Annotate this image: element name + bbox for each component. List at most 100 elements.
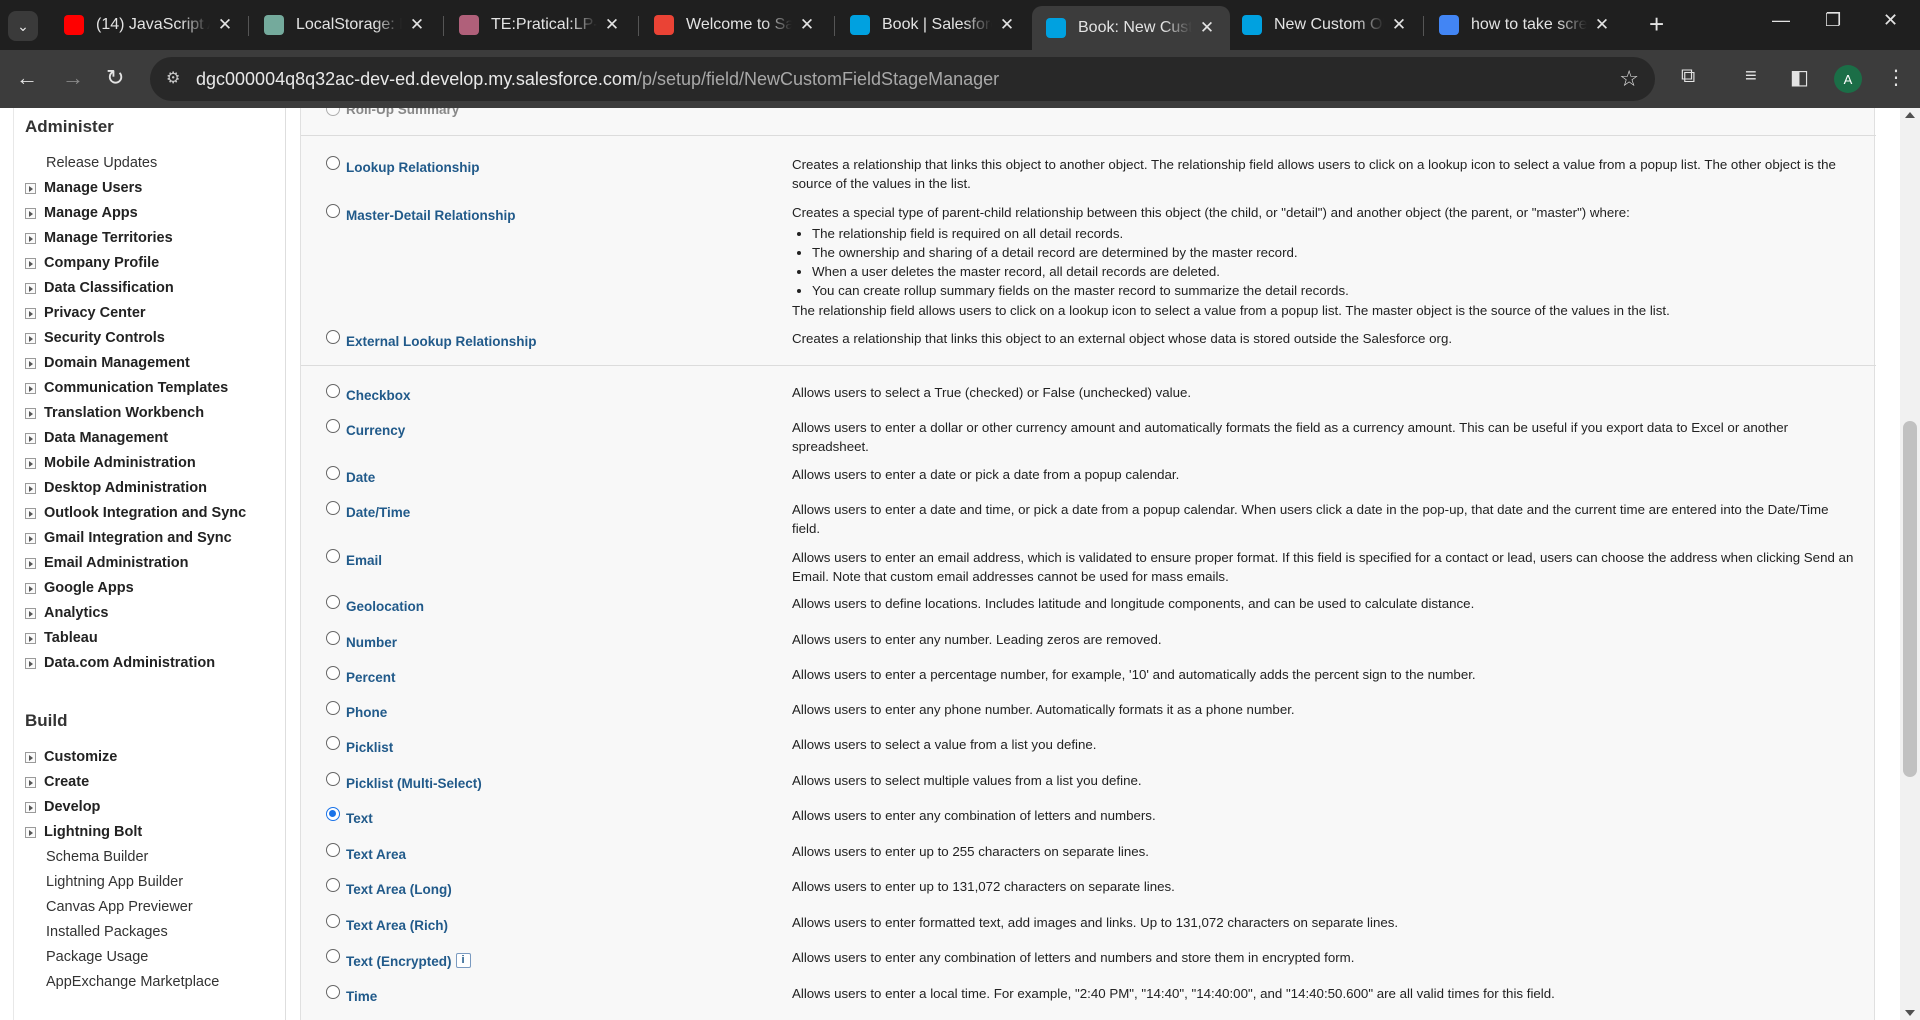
sidebar-item[interactable]: Customize (25, 747, 117, 767)
sidebar-item[interactable]: Email Administration (25, 553, 188, 573)
field-type-label[interactable]: Email (346, 553, 382, 568)
sidebar-item[interactable]: Google Apps (25, 578, 134, 598)
extensions-puzzle-icon[interactable]: ⧉ (1681, 65, 1695, 88)
expand-toggle-icon[interactable] (25, 332, 36, 344)
scroll-up-arrow-icon[interactable] (1905, 112, 1915, 118)
sidebar-item[interactable]: Data Management (25, 428, 168, 448)
forward-button[interactable]: → (62, 64, 84, 92)
sidebar-item[interactable]: Outlook Integration and Sync (25, 503, 246, 523)
field-type-radio[interactable] (326, 985, 340, 999)
expand-toggle-icon[interactable] (25, 382, 36, 394)
field-type-radio[interactable] (326, 666, 340, 680)
field-type-label[interactable]: Checkbox (346, 388, 411, 403)
sidebar-item[interactable]: Mobile Administration (25, 453, 196, 473)
sidebar-item[interactable]: AppExchange Marketplace (46, 972, 219, 992)
field-type-radio[interactable] (326, 631, 340, 645)
field-type-label[interactable]: Geolocation (346, 599, 424, 614)
address-bar[interactable]: ⚙ dgc000004q8q32ac-dev-ed.develop.my.sal… (150, 57, 1655, 101)
expand-toggle-icon[interactable] (25, 482, 36, 494)
field-type-label[interactable]: Date/Time (346, 505, 410, 520)
expand-toggle-icon[interactable] (25, 532, 36, 544)
sidebar-item[interactable]: Installed Packages (46, 922, 168, 942)
minimize-button[interactable]: — (1772, 10, 1790, 31)
expand-toggle-icon[interactable] (25, 407, 36, 419)
expand-toggle-icon[interactable] (25, 582, 36, 594)
expand-toggle-icon[interactable] (25, 207, 36, 219)
sidebar-item[interactable]: Lightning Bolt (25, 822, 142, 842)
back-button[interactable]: ← (16, 64, 38, 92)
field-type-radio[interactable] (326, 843, 340, 857)
sidebar-item[interactable]: Manage Apps (25, 203, 138, 223)
browser-tab[interactable]: how to take scre ✕ (1425, 6, 1625, 44)
tab-close-icon[interactable]: ✕ (1198, 18, 1216, 38)
field-type-radio[interactable] (326, 501, 340, 515)
field-type-radio[interactable] (326, 878, 340, 892)
sidebar-item[interactable]: Security Controls (25, 328, 165, 348)
sidebar-item[interactable]: Create (25, 772, 89, 792)
tab-close-icon[interactable]: ✕ (603, 15, 621, 35)
field-type-radio[interactable] (326, 772, 340, 786)
field-type-radio[interactable] (326, 330, 340, 344)
field-type-label[interactable]: Text Area (Long) (346, 882, 452, 897)
sidebar-item[interactable]: Domain Management (25, 353, 190, 373)
sidebar-item[interactable]: Release Updates (46, 153, 157, 173)
expand-toggle-icon[interactable] (25, 826, 36, 838)
scroll-down-arrow-icon[interactable] (1905, 1010, 1915, 1016)
field-type-label[interactable]: Time (346, 989, 377, 1004)
field-type-label[interactable]: Picklist (346, 740, 393, 755)
expand-toggle-icon[interactable] (25, 307, 36, 319)
tab-search-button[interactable]: ⌄ (8, 11, 38, 41)
expand-toggle-icon[interactable] (25, 282, 36, 294)
expand-toggle-icon[interactable] (25, 257, 36, 269)
sidebar-item[interactable]: Privacy Center (25, 303, 146, 323)
url-text[interactable]: dgc000004q8q32ac-dev-ed.develop.my.sales… (196, 69, 999, 90)
field-type-radio[interactable] (326, 466, 340, 480)
browser-tab[interactable]: Welcome to Sale ✕ (640, 6, 830, 44)
restore-button[interactable]: ❐ (1825, 10, 1841, 31)
sidebar-item[interactable]: Canvas App Previewer (46, 897, 193, 917)
new-tab-button[interactable]: + (1649, 11, 1664, 37)
sidebar-item[interactable]: Manage Territories (25, 228, 173, 248)
sidebar-item[interactable]: Data.com Administration (25, 653, 215, 673)
tab-close-icon[interactable]: ✕ (408, 15, 426, 35)
sidebar-item[interactable]: Package Usage (46, 947, 148, 967)
sidebar-item[interactable]: Translation Workbench (25, 403, 204, 423)
side-panel-icon[interactable]: ◧ (1790, 65, 1809, 90)
browser-tab[interactable]: New Custom Ob ✕ (1228, 6, 1422, 44)
scroll-thumb[interactable] (1903, 421, 1917, 777)
browser-tab[interactable]: Book | Salesforce ✕ (836, 6, 1030, 44)
field-type-label[interactable]: Number (346, 635, 397, 650)
tab-close-icon[interactable]: ✕ (998, 15, 1016, 35)
tab-close-icon[interactable]: ✕ (798, 15, 816, 35)
field-type-label[interactable]: Lookup Relationship (346, 160, 480, 175)
expand-toggle-icon[interactable] (25, 607, 36, 619)
field-type-radio[interactable] (326, 384, 340, 398)
browser-tab[interactable]: TE:Pratical:LP-2 - ✕ (445, 6, 635, 44)
field-type-label[interactable]: Text (346, 811, 373, 826)
expand-toggle-icon[interactable] (25, 357, 36, 369)
field-type-label[interactable]: Picklist (Multi-Select) (346, 776, 482, 791)
expand-toggle-icon[interactable] (25, 657, 36, 669)
menu-kebab-icon[interactable]: ⋮ (1886, 65, 1906, 90)
field-type-radio[interactable] (326, 204, 340, 218)
field-type-radio[interactable] (326, 914, 340, 928)
sidebar-item[interactable]: Data Classification (25, 278, 174, 298)
sidebar-item[interactable]: Gmail Integration and Sync (25, 528, 232, 548)
field-type-radio[interactable] (326, 549, 340, 563)
expand-toggle-icon[interactable] (25, 432, 36, 444)
radio-rollup-summary[interactable] (326, 108, 340, 116)
sidebar-item[interactable]: Desktop Administration (25, 478, 207, 498)
field-type-label[interactable]: Text (Encrypted) i (346, 953, 471, 969)
browser-tab[interactable]: (14) JavaScript A ✕ (50, 6, 248, 44)
profile-avatar[interactable]: A (1834, 65, 1862, 93)
expand-toggle-icon[interactable] (25, 182, 36, 194)
sidebar-item[interactable]: Schema Builder (46, 847, 148, 867)
expand-toggle-icon[interactable] (25, 632, 36, 644)
field-type-radio[interactable] (326, 595, 340, 609)
field-type-radio[interactable] (326, 736, 340, 750)
sidebar-item[interactable]: Lightning App Builder (46, 872, 183, 892)
expand-toggle-icon[interactable] (25, 751, 36, 763)
field-type-radio[interactable] (326, 949, 340, 963)
field-type-label[interactable]: Text Area (346, 847, 406, 862)
expand-toggle-icon[interactable] (25, 776, 36, 788)
